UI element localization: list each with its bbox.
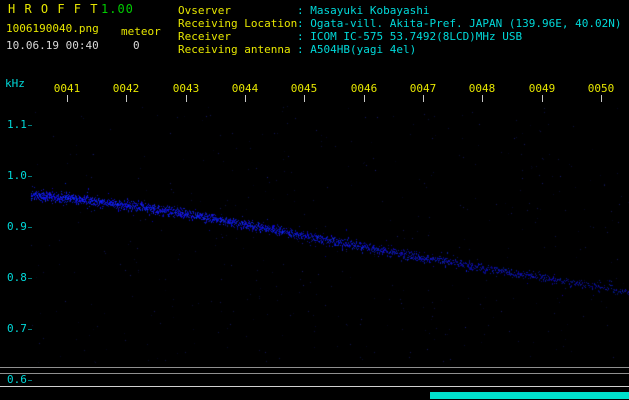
info-value: : Ogata-vill. Akita-Pref. JAPAN (139.96E… <box>297 17 622 30</box>
x-tick-mark <box>126 95 127 102</box>
x-tick-label: 0041 <box>53 82 81 95</box>
info-value: : Masayuki Kobayashi <box>297 4 430 17</box>
hrofft-screen: H R O F F T 1.00 1006190040.png meteor 1… <box>0 0 629 400</box>
info-row-location: Receiving Location: Ogata-vill. Akita-Pr… <box>178 17 622 30</box>
spectrogram-canvas <box>0 0 629 400</box>
y-tick-mark <box>28 227 32 228</box>
level-strip-baseline <box>0 386 629 387</box>
x-tick-label: 0044 <box>231 82 259 95</box>
y-tick-label: 0.9 <box>7 220 27 233</box>
x-tick-mark <box>542 95 543 102</box>
info-row-observer: Ovserver : Masayuki Kobayashi <box>178 4 622 17</box>
info-row-antenna: Receiving antenna : A504HB(yagi 4el) <box>178 43 622 56</box>
info-label: Receiving Location <box>178 17 298 30</box>
y-tick-mark <box>28 176 32 177</box>
info-value: : ICOM IC-575 53.7492(8LCD)MHz USB <box>297 30 523 43</box>
y-tick-label: 1.0 <box>7 169 27 182</box>
level-strip-line-top <box>0 367 629 368</box>
x-tick-mark <box>601 95 602 102</box>
y-tick-label: 0.7 <box>7 322 27 335</box>
x-tick-label: 0045 <box>290 82 318 95</box>
y-tick-label: 1.1 <box>7 118 27 131</box>
filename-label: 1006190040.png <box>6 22 99 35</box>
app-title: H R O F F T <box>8 2 99 16</box>
y-tick-mark <box>28 125 32 126</box>
x-tick-label: 0043 <box>172 82 200 95</box>
y-tick-label: 0.6 <box>7 373 27 386</box>
info-label: Ovserver <box>178 4 231 17</box>
info-label: Receiver <box>178 30 231 43</box>
datetime-label: 10.06.19 00:40 <box>6 39 99 52</box>
status-bar <box>430 392 629 399</box>
x-tick-label: 0042 <box>112 82 140 95</box>
y-axis-unit: kHz <box>5 77 25 90</box>
x-tick-mark <box>67 95 68 102</box>
x-tick-mark <box>423 95 424 102</box>
info-value: : A504HB(yagi 4el) <box>297 43 417 56</box>
app-version: 1.00 <box>101 2 134 16</box>
y-tick-mark <box>28 380 32 381</box>
x-tick-mark <box>482 95 483 102</box>
x-tick-mark <box>245 95 246 102</box>
y-tick-mark <box>28 278 32 279</box>
x-tick-mark <box>364 95 365 102</box>
y-tick-mark <box>28 329 32 330</box>
x-tick-label: 0046 <box>350 82 378 95</box>
x-tick-mark <box>186 95 187 102</box>
meteor-count: 0 <box>133 39 140 52</box>
info-row-receiver: Receiver : ICOM IC-575 53.7492(8LCD)MHz U… <box>178 30 622 43</box>
x-tick-label: 0050 <box>587 82 615 95</box>
info-label: Receiving antenna <box>178 43 291 56</box>
x-tick-label: 0048 <box>468 82 496 95</box>
x-tick-label: 0047 <box>409 82 437 95</box>
level-strip-line-mid <box>0 373 629 374</box>
y-tick-label: 0.8 <box>7 271 27 284</box>
observer-info: Ovserver : Masayuki Kobayashi Receiving L… <box>178 4 622 56</box>
mode-label: meteor <box>121 25 161 38</box>
x-tick-mark <box>304 95 305 102</box>
x-tick-label: 0049 <box>528 82 556 95</box>
